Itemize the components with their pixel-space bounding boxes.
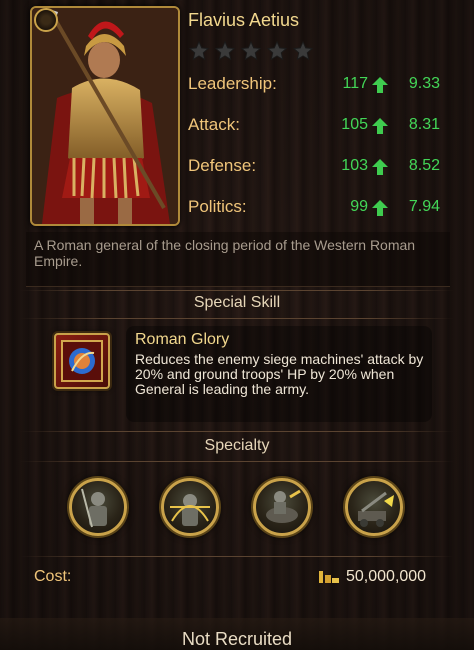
specialty-title: Specialty <box>204 437 270 454</box>
up-arrow-icon <box>372 77 388 93</box>
stat-politics: Politics: 99 7.94 <box>188 197 444 223</box>
hero-description: A Roman general of the closing period of… <box>34 237 416 269</box>
stat-label: Leadership: <box>188 74 277 93</box>
stat-value: 99 <box>350 198 368 215</box>
stat-leadership: Leadership: 117 9.33 <box>188 74 444 100</box>
divider <box>20 290 454 291</box>
stat-label: Defense: <box>188 156 257 175</box>
star-rating <box>188 40 314 64</box>
infantry-specialty-icon[interactable] <box>69 478 127 536</box>
up-arrow-icon <box>372 159 388 175</box>
roman-glory-skill-icon[interactable] <box>54 333 110 389</box>
hero-name: Flavius Aetius <box>188 10 300 30</box>
stat-value: 117 <box>342 75 368 92</box>
divider <box>20 461 454 462</box>
stat-growth: 9.33 <box>408 75 440 92</box>
divider <box>20 318 454 319</box>
hero-portrait <box>30 6 180 226</box>
stat-growth: 7.94 <box>408 198 440 215</box>
stat-label: Attack: <box>188 115 240 134</box>
cost-label: Cost: <box>34 568 72 585</box>
divider <box>20 556 454 557</box>
ranged-specialty-icon[interactable] <box>161 478 219 536</box>
gold-icon <box>319 571 339 583</box>
skill-description: Reduces the enemy siege machines' attack… <box>135 351 424 397</box>
stat-attack: Attack: 105 8.31 <box>188 115 444 141</box>
star-icon <box>188 40 210 61</box>
divider <box>20 431 454 432</box>
special-skill-title: Special Skill <box>193 294 281 311</box>
stat-growth: 8.52 <box>408 157 440 174</box>
stat-growth: 8.31 <box>408 116 440 133</box>
stat-value: 103 <box>341 157 368 174</box>
stat-label: Politics: <box>188 197 247 216</box>
recruit-status: Not Recruited <box>181 629 293 649</box>
up-arrow-icon <box>372 200 388 216</box>
stat-value: 105 <box>341 116 368 133</box>
star-icon <box>214 40 236 61</box>
star-icon <box>292 40 314 61</box>
stat-defense: Defense: 103 8.52 <box>188 156 444 182</box>
cost-value: 50,000,000 <box>346 568 427 585</box>
up-arrow-icon <box>372 118 388 134</box>
cavalry-specialty-icon[interactable] <box>253 478 311 536</box>
rank-badge-icon <box>34 8 58 32</box>
skill-name: Roman Glory <box>135 331 230 348</box>
star-icon <box>240 40 262 61</box>
siege-specialty-icon[interactable] <box>345 478 403 536</box>
star-icon <box>266 40 288 61</box>
